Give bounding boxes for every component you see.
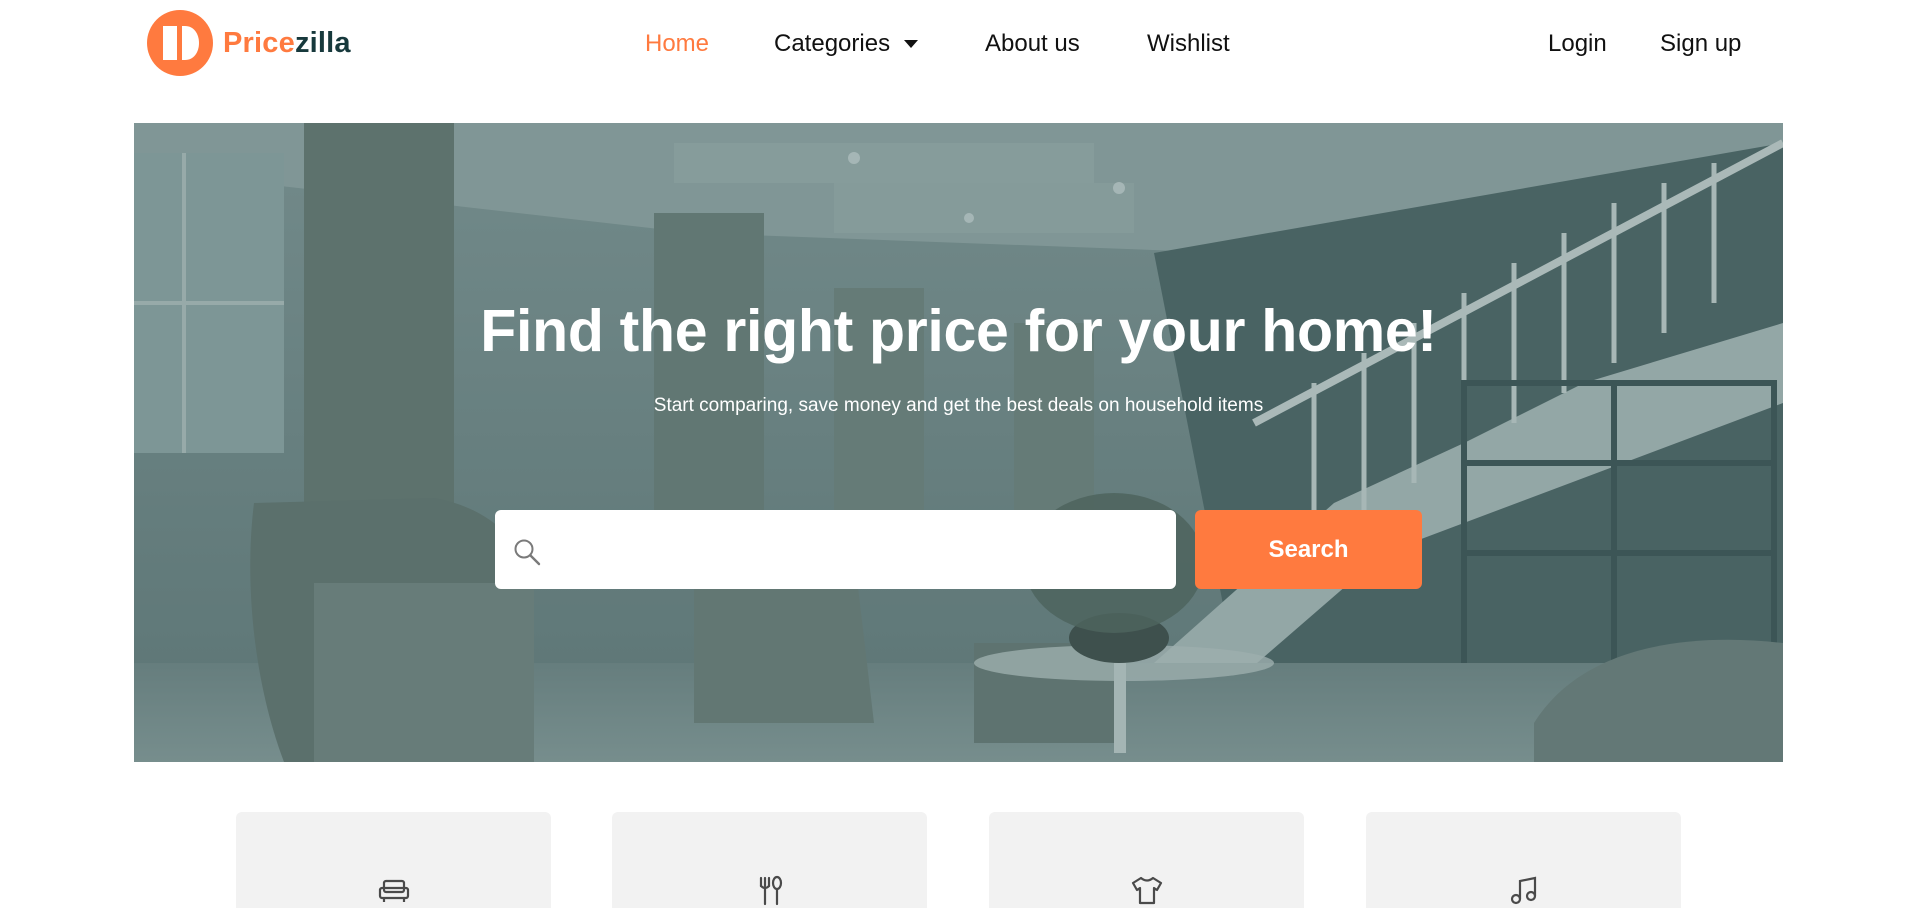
hero-subtitle: Start comparing, save money and get the …: [653, 395, 1264, 416]
tshirt-icon: [1131, 876, 1163, 905]
nav-item-home[interactable]: Home: [645, 26, 709, 62]
nav-item-about[interactable]: About us: [985, 26, 1080, 62]
search-icon: [514, 539, 541, 566]
login-link[interactable]: Login: [1548, 26, 1607, 62]
music-note-icon: [1510, 876, 1537, 905]
category-card-furniture[interactable]: [236, 812, 551, 908]
main-nav: Home Categories About us Wishlist Login …: [0, 26, 1917, 62]
category-card-clothing[interactable]: [989, 812, 1304, 908]
search-box: [495, 510, 1176, 589]
hero-background-image: [134, 123, 1783, 762]
navbar: Pricezilla Home Categories About us Wish…: [0, 0, 1917, 88]
category-card-kitchen[interactable]: [612, 812, 927, 908]
nav-item-wishlist[interactable]: Wishlist: [1147, 26, 1230, 62]
nav-item-categories-label: Categories: [774, 30, 891, 57]
category-card-music[interactable]: [1366, 812, 1681, 908]
search-input[interactable]: [555, 520, 1155, 579]
nav-item-categories[interactable]: Categories: [774, 26, 919, 62]
page: Pricezilla Home Categories About us Wish…: [0, 0, 1917, 908]
hero-title: Find the right price for your home!: [480, 298, 1437, 364]
sofa-icon: [378, 879, 410, 902]
search-button[interactable]: Search: [1195, 510, 1422, 589]
fork-spoon-icon: [759, 875, 783, 906]
hero-banner: Find the right price for your home! Star…: [134, 123, 1783, 762]
chevron-down-icon: [904, 40, 919, 48]
signup-link[interactable]: Sign up: [1660, 26, 1741, 62]
